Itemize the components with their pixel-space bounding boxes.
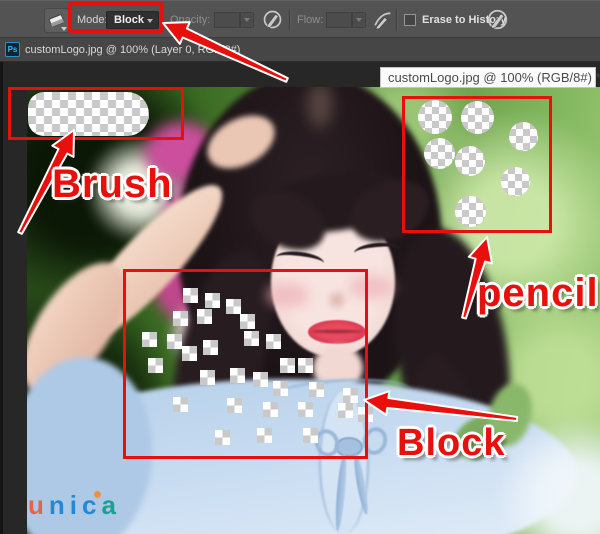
erase-to-history-checkbox[interactable] [404,14,416,26]
watermark-i-dot [94,491,101,498]
separator [396,9,397,31]
document-tab[interactable]: Ps customLogo.jpg @ 100% (Layer 0, RGB/8… [0,38,600,61]
document-tab-bar: Ps customLogo.jpg @ 100% (Layer 0, RGB/8… [0,38,600,62]
document-tooltip: customLogo.jpg @ 100% (RGB/8#) * [380,67,600,88]
pasteboard-edge [0,62,3,534]
airbrush-icon[interactable] [372,9,393,30]
opacity-field[interactable] [214,12,240,28]
ps-file-icon: Ps [5,42,20,57]
photo-blush [267,283,309,307]
opacity-label: Opacity: [170,14,211,26]
photoshop-window: Mode: Block Opacity: Flow: Erase to Hist… [0,0,600,534]
eraser-tool-preset-button[interactable] [44,8,69,33]
eraser-options-bar: Mode: Block Opacity: Flow: Erase to Hist… [0,0,600,38]
photo-blush [349,275,393,299]
chevron-down-icon [147,19,153,23]
chevron-down-icon [244,18,250,22]
document-tab-title: customLogo.jpg @ 100% (Layer 0, RGB/8#) [25,44,241,56]
mode-value: Block [114,14,144,26]
photo-nose [327,287,347,313]
watermark-letter: i [69,490,83,520]
separator [289,9,290,31]
unica-watermark: unica [28,490,121,521]
photo-mouth-line [312,330,362,333]
photo-canvas[interactable] [27,87,600,534]
flow-chevron-button[interactable] [352,12,366,28]
opacity-chevron-button[interactable] [240,12,254,28]
chevron-down-icon [356,18,362,22]
flow-field[interactable] [326,12,352,28]
preset-caret-icon [61,27,67,31]
flow-label: Flow: [297,14,324,26]
pen-pressure-opacity-icon[interactable] [262,9,283,30]
watermark-letter: n [48,490,70,520]
watermark-letter: a [101,490,121,520]
pen-pressure-size-icon[interactable] [486,8,509,31]
mode-dropdown[interactable]: Block [106,11,159,29]
watermark-letter: u [28,490,49,520]
mode-label: Mode: [77,14,108,26]
